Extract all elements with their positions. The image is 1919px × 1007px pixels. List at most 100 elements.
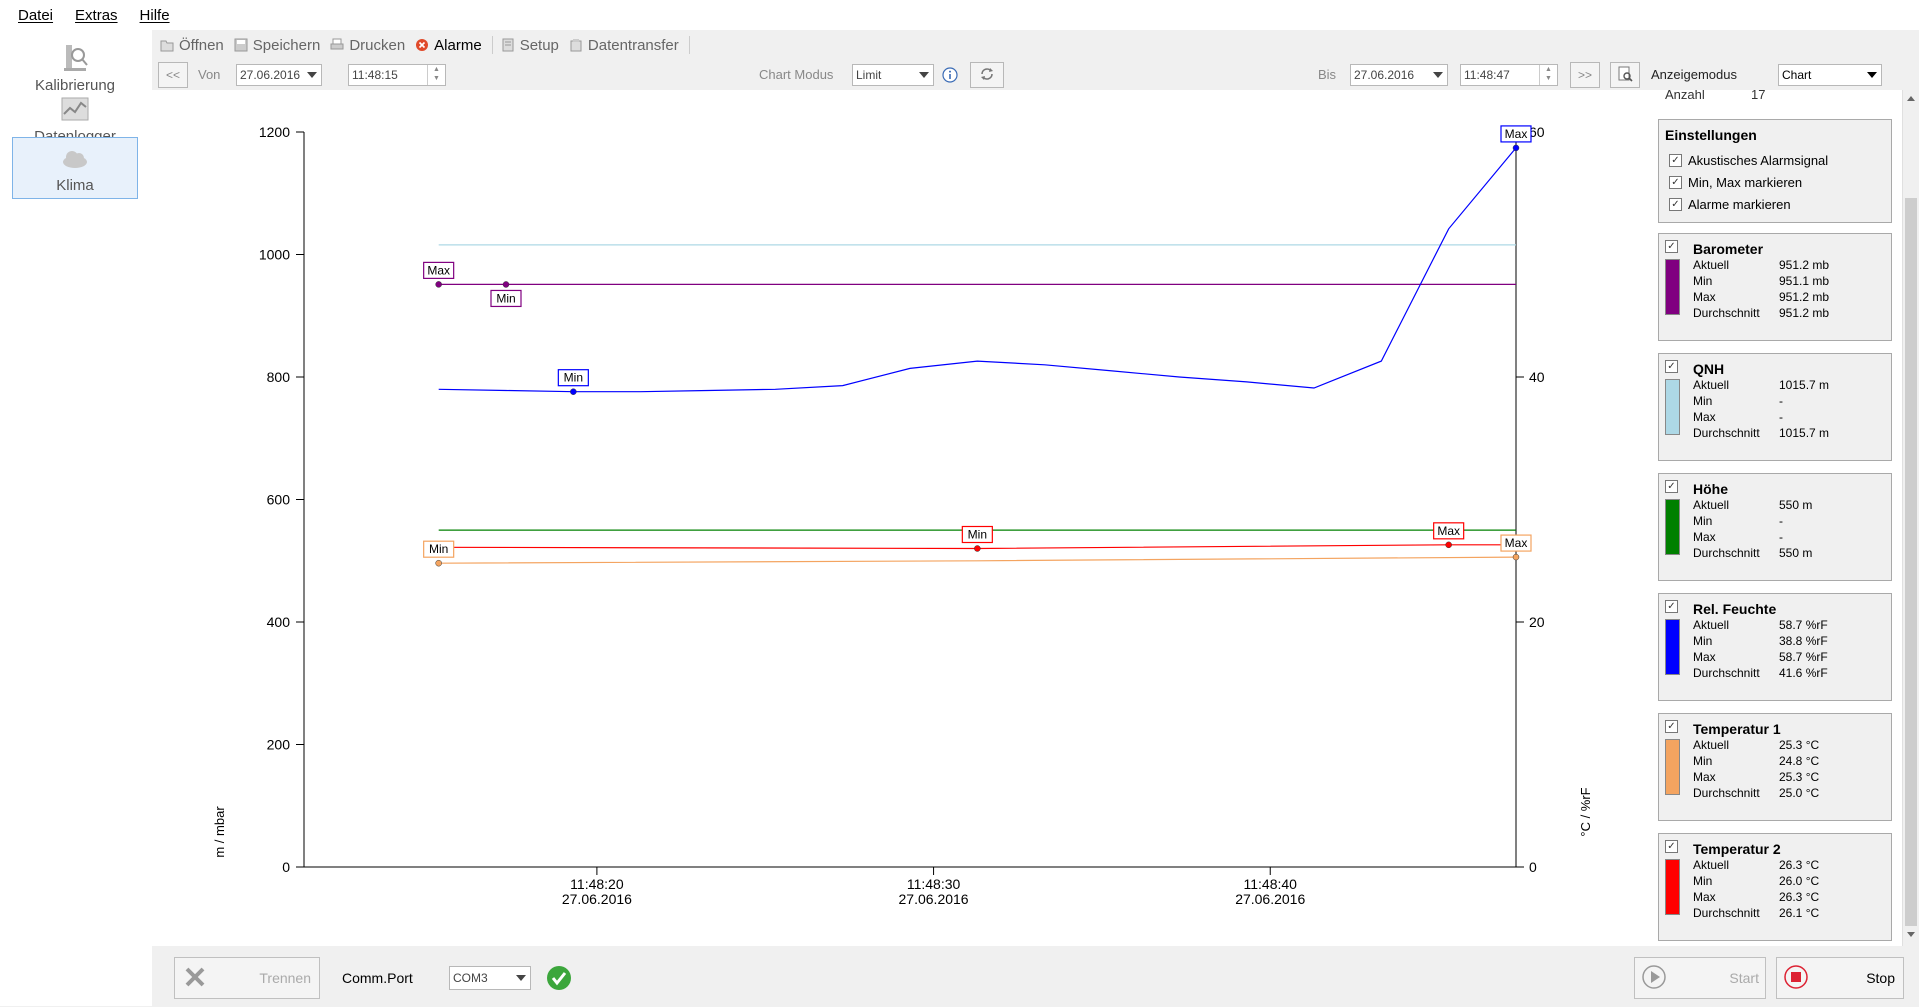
checkbox-icon[interactable]: ✓ [1665,480,1678,493]
x-tick-label-time: 11:48:30 [907,876,961,892]
menu-hilfe[interactable]: Hilfe [140,7,170,24]
option-label: Alarme markieren [1688,197,1791,212]
x-tick-label-date: 27.06.2016 [1235,891,1305,907]
printer-icon [330,38,344,52]
color-swatch [1665,379,1680,435]
chartmodus-value: Limit [856,68,882,82]
series-line-temperatur-1 [438,556,1517,564]
refresh-button[interactable] [970,62,1004,88]
checkbox-icon[interactable]: ✓ [1665,600,1678,613]
chevron-down-icon [516,975,526,981]
von-time-spinner[interactable]: 11:48:15 ▲ ▼ [348,64,446,86]
von-date-picker[interactable]: 27.06.2016 [236,64,322,86]
row-aktuell: Aktuell 58.7 %rF [1693,618,1828,632]
marker-point [502,281,510,288]
row-durchschnitt: Durchschnitt 41.6 %rF [1693,666,1828,680]
row-value: 25.3 °C [1779,770,1820,784]
anzeigemodus-select[interactable]: Chart [1778,64,1882,86]
stop-label: Stop [1866,970,1895,986]
zoom-button[interactable] [1610,62,1640,88]
print-label: Drucken [349,36,406,54]
next-button[interactable]: >> [1570,62,1600,88]
stop-button[interactable]: Stop [1776,957,1904,999]
row-value: 25.3 °C [1779,738,1820,752]
marker-label-min: Min [496,291,515,305]
spinner-arrows-icon[interactable]: ▲ ▼ [1539,65,1557,85]
scroll-up-icon[interactable] [1907,96,1915,101]
alarms-label: Alarme [434,36,482,54]
bis-date-value: 27.06.2016 [1354,68,1415,82]
scrollbar-thumb[interactable] [1905,198,1917,926]
row-value: 25.0 °C [1779,786,1820,800]
x-tick-label-date: 27.06.2016 [562,891,632,907]
open-button[interactable]: Öffnen [160,37,224,54]
row-value: 38.8 %rF [1779,634,1828,648]
checkbox-icon[interactable]: ✓ [1669,154,1682,167]
vertical-scrollbar[interactable] [1902,90,1919,946]
start-button[interactable]: Start [1634,957,1766,999]
bis-time-spinner[interactable]: 11:48:47 ▲ ▼ [1460,64,1558,86]
marker-point [1445,541,1452,549]
row-value: 1015.7 m [1779,378,1830,392]
disconnect-button[interactable]: Trennen [174,957,320,999]
spinner-arrows-icon[interactable]: ▲ ▼ [427,65,445,85]
row-aktuell: Aktuell 951.2 mb [1693,258,1829,272]
sensor-box-qnh: ✓ QNH Aktuell 1015.7 m Min - Max - Durchsch… [1658,353,1892,461]
print-button[interactable]: Drucken [330,37,405,54]
marker-point [1512,144,1520,152]
play-icon [1641,964,1667,993]
datentransfer-button[interactable]: Datentransfer [569,37,679,54]
marker-point [435,559,442,567]
refresh-icon [979,66,995,85]
row-value: 550 m [1779,546,1813,560]
marker-label-min: Min [564,371,583,385]
checkbox-icon[interactable]: ✓ [1665,240,1678,253]
option-min-max-markieren[interactable]: ✓ Min, Max markieren [1669,175,1802,190]
scroll-down-icon[interactable] [1907,932,1915,937]
series-line-rel-feuchte [438,147,1517,393]
row-durchschnitt: Durchschnitt 951.2 mb [1693,306,1829,320]
chevron-down-icon [1867,72,1877,78]
row-max: Max - [1693,410,1783,424]
option-alarme-markieren[interactable]: ✓ Alarme markieren [1669,197,1791,212]
option-label: Akustisches Alarmsignal [1688,153,1829,168]
left-navigation: Kalibrierung Datenlogger Klima [0,30,152,1006]
row-value: 951.2 mb [1779,258,1830,272]
row-label: Aktuell [1693,258,1730,272]
x-tick-label-date: 27.06.2016 [899,891,969,907]
menu-extras[interactable]: Extras [75,7,118,24]
nav-item-klima[interactable]: Klima [12,137,138,199]
setup-button[interactable]: Setup [501,37,559,54]
row-label: Min [1693,394,1713,408]
row-label: Aktuell [1693,858,1730,872]
menu-datei[interactable]: Datei [18,7,53,24]
bis-date-picker[interactable]: 27.06.2016 [1350,64,1448,86]
info-icon[interactable] [942,67,958,86]
option-akustisches-alarmsignal[interactable]: ✓ Akustisches Alarmsignal [1669,153,1828,168]
prev-button[interactable]: << [158,62,188,88]
y-tick-label-right: 40 [1529,369,1545,385]
alarms-button[interactable]: Alarme [415,37,482,54]
row-min: Min 26.0 °C [1693,874,1819,888]
row-value: - [1779,530,1783,544]
row-durchschnitt: Durchschnitt 1015.7 m [1693,426,1829,440]
bis-time-value: 11:48:47 [1464,68,1510,82]
row-value: 26.1 °C [1779,906,1820,920]
checkbox-icon[interactable]: ✓ [1665,840,1678,853]
menu-bar: Datei Extras Hilfe [0,0,1919,30]
row-label: Max [1693,890,1716,904]
chartmodus-select[interactable]: Limit [852,64,934,86]
marker-label-max: Max [1505,127,1528,141]
row-label: Min [1693,634,1713,648]
checkbox-icon[interactable]: ✓ [1669,198,1682,211]
checkbox-icon[interactable]: ✓ [1665,720,1678,733]
row-label: Min [1693,874,1713,888]
chevron-down-icon [307,72,317,78]
sensor-name: Barometer [1693,241,1764,257]
checkbox-icon[interactable]: ✓ [1665,360,1678,373]
sensor-name: Temperatur 1 [1693,721,1781,737]
checkbox-icon[interactable]: ✓ [1669,176,1682,189]
save-button[interactable]: Speichern [234,37,320,54]
commport-select[interactable]: COM3 [449,966,531,990]
y-tick-label-left: 600 [267,492,291,508]
